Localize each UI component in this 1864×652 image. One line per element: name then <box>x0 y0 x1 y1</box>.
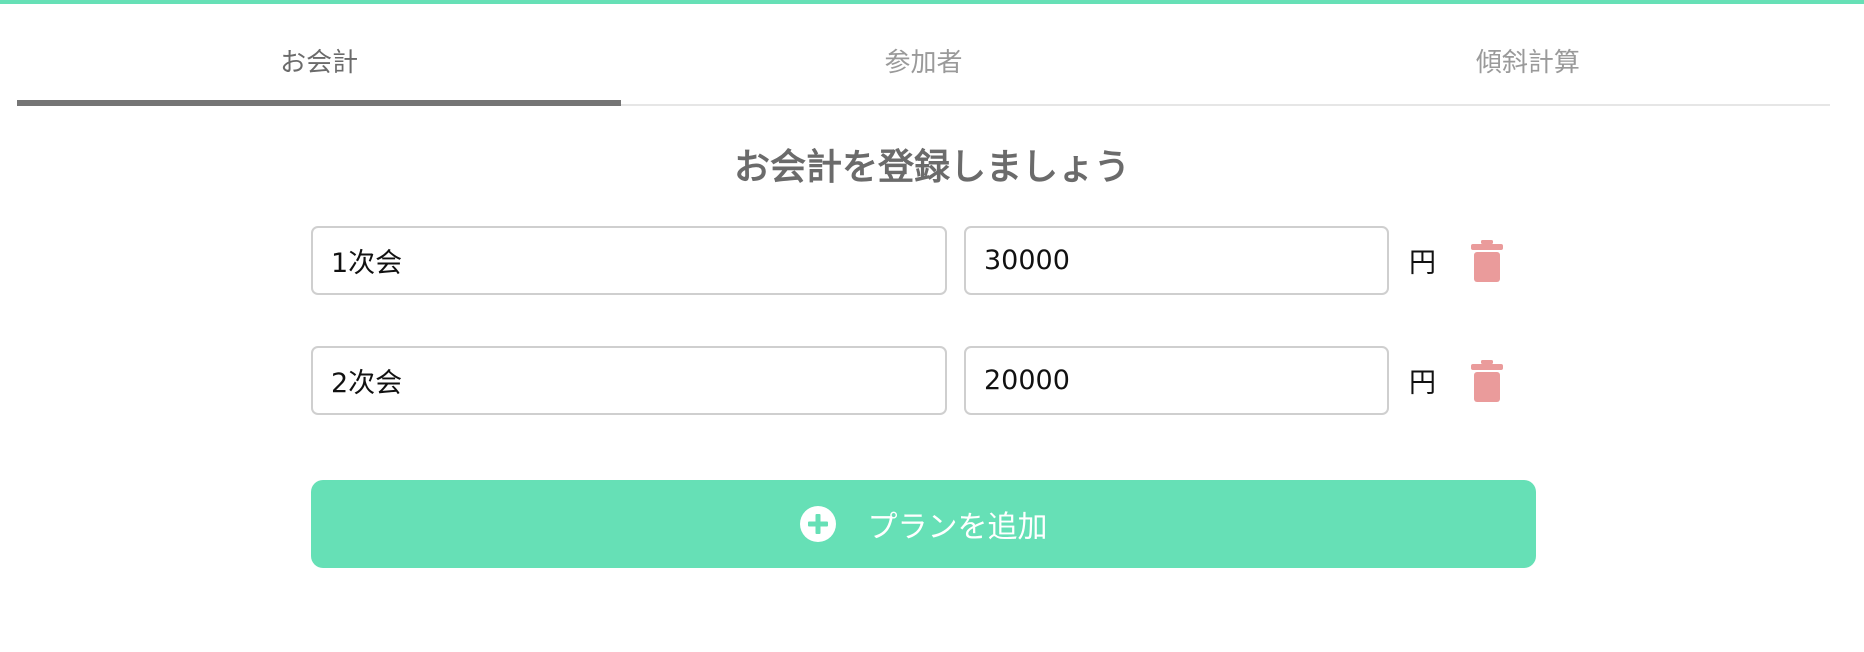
plan-name-input[interactable] <box>311 346 947 415</box>
plan-row: 円 <box>311 346 1536 415</box>
plan-name-input[interactable] <box>311 226 947 295</box>
plan-amount-input[interactable] <box>964 226 1389 295</box>
page-heading: お会計を登録しましょう <box>733 147 1130 188</box>
trash-icon[interactable] <box>1471 359 1503 402</box>
plus-circle-icon <box>799 506 836 542</box>
add-plan-label: プランを追加 <box>867 510 1048 545</box>
tab-weighted-calc[interactable]: 傾斜計算 <box>1226 4 1830 104</box>
tab-accounting[interactable]: お会計 <box>17 4 622 106</box>
tab-bar: お会計 参加者 傾斜計算 <box>17 4 1830 106</box>
currency-unit: 円 <box>1409 368 1436 399</box>
tab-participants-label: 参加者 <box>884 48 963 78</box>
add-plan-button[interactable]: プランを追加 <box>311 480 1536 568</box>
tab-accounting-label: お会計 <box>280 48 359 78</box>
plan-amount-input[interactable] <box>964 346 1389 415</box>
plan-row: 円 <box>311 226 1536 295</box>
tab-weighted-calc-label: 傾斜計算 <box>1475 48 1580 78</box>
currency-unit: 円 <box>1409 248 1436 279</box>
trash-icon[interactable] <box>1471 239 1503 282</box>
plan-list: 円 円 <box>311 226 1536 466</box>
tab-participants[interactable]: 参加者 <box>621 4 1225 104</box>
